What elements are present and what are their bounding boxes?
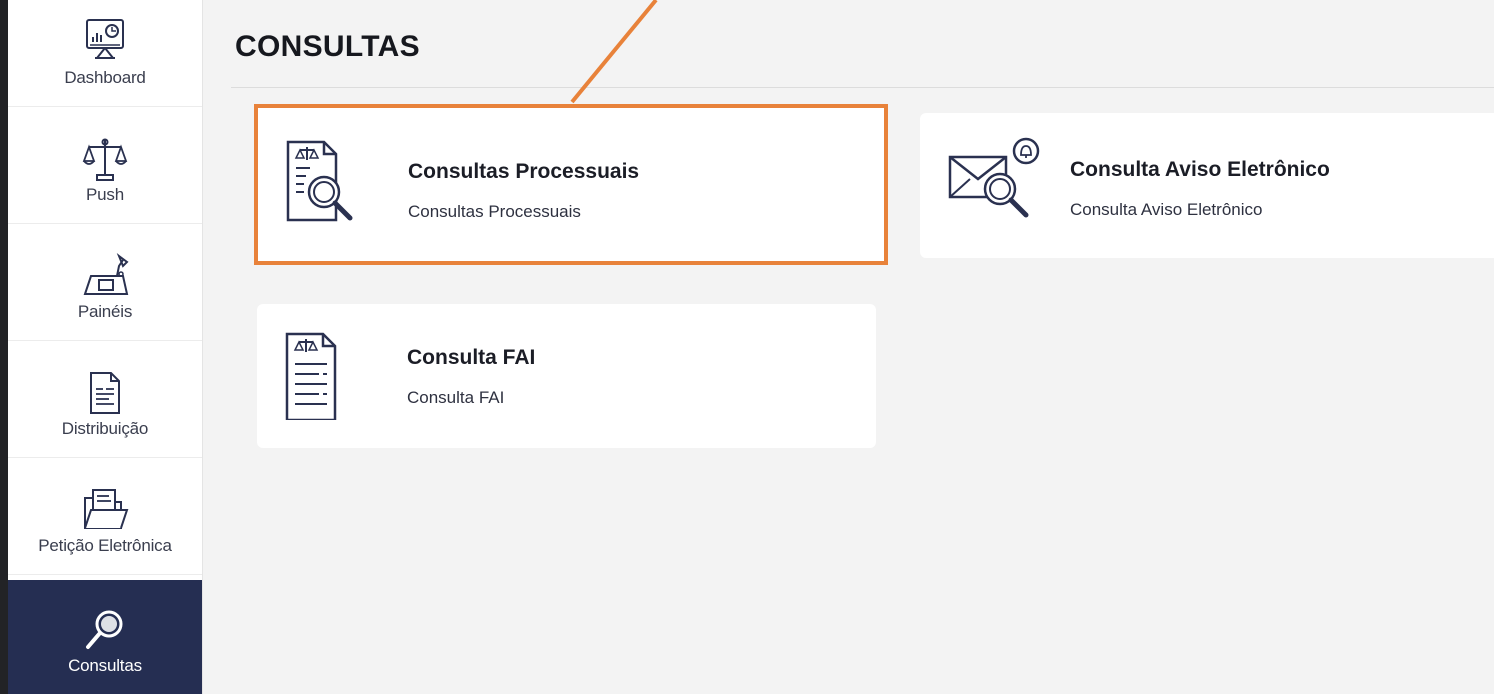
card-subtitle: Consultas Processuais <box>408 202 581 221</box>
document-list-icon <box>285 332 337 420</box>
card-consultas-processuais[interactable]: Consultas Processuais Consultas Processu… <box>254 104 888 265</box>
card-title: Consulta Aviso Eletrônico <box>1070 158 1330 181</box>
sidebar-item-consultas[interactable]: Consultas <box>8 580 202 694</box>
sidebar-item-label: Consultas <box>68 656 142 675</box>
envelope-bell-search-icon <box>948 137 1040 218</box>
sidebar-item-label: Petição Eletrônica <box>38 536 172 555</box>
sidebar: Dashboard Push Painéis Distribuição Peti… <box>8 0 202 694</box>
card-title: Consultas Processuais <box>408 160 640 183</box>
sidebar-item-distribuicao[interactable]: Distribuição <box>8 341 202 458</box>
document-icon <box>90 372 120 414</box>
sidebar-item-dashboard[interactable]: Dashboard <box>8 0 202 107</box>
dashboard-monitor-icon <box>86 19 124 59</box>
scales-icon <box>82 138 128 181</box>
card-consulta-fai[interactable]: Consulta FAI Consulta FAI <box>257 304 876 448</box>
sidebar-item-label: Push <box>86 185 124 204</box>
sidebar-item-label: Distribuição <box>61 419 149 438</box>
sidebar-item-label: Dashboard <box>64 68 146 87</box>
main-content: CONSULTAS Consultas Processuais Consulta… <box>202 0 1494 694</box>
card-subtitle: Consulta Aviso Eletrônico <box>1070 200 1263 219</box>
sidebar-item-push[interactable]: Push <box>8 107 202 224</box>
title-divider <box>231 87 1494 88</box>
sidebar-item-label: Painéis <box>77 302 133 321</box>
sidebar-item-peticao-eletronica[interactable]: Petição Eletrônica <box>8 458 202 575</box>
card-title: Consulta FAI <box>407 346 536 369</box>
sidebar-item-paineis[interactable]: Painéis <box>8 224 202 341</box>
document-search-icon <box>286 140 353 222</box>
card-subtitle: Consulta FAI <box>407 388 505 407</box>
folder-document-icon <box>84 489 129 529</box>
magnifier-icon <box>86 610 123 649</box>
card-consulta-aviso-eletronico[interactable]: Consulta Aviso Eletrônico Consulta Aviso… <box>920 113 1494 258</box>
page-title: CONSULTAS <box>235 30 420 63</box>
panel-desk-icon <box>83 253 129 295</box>
